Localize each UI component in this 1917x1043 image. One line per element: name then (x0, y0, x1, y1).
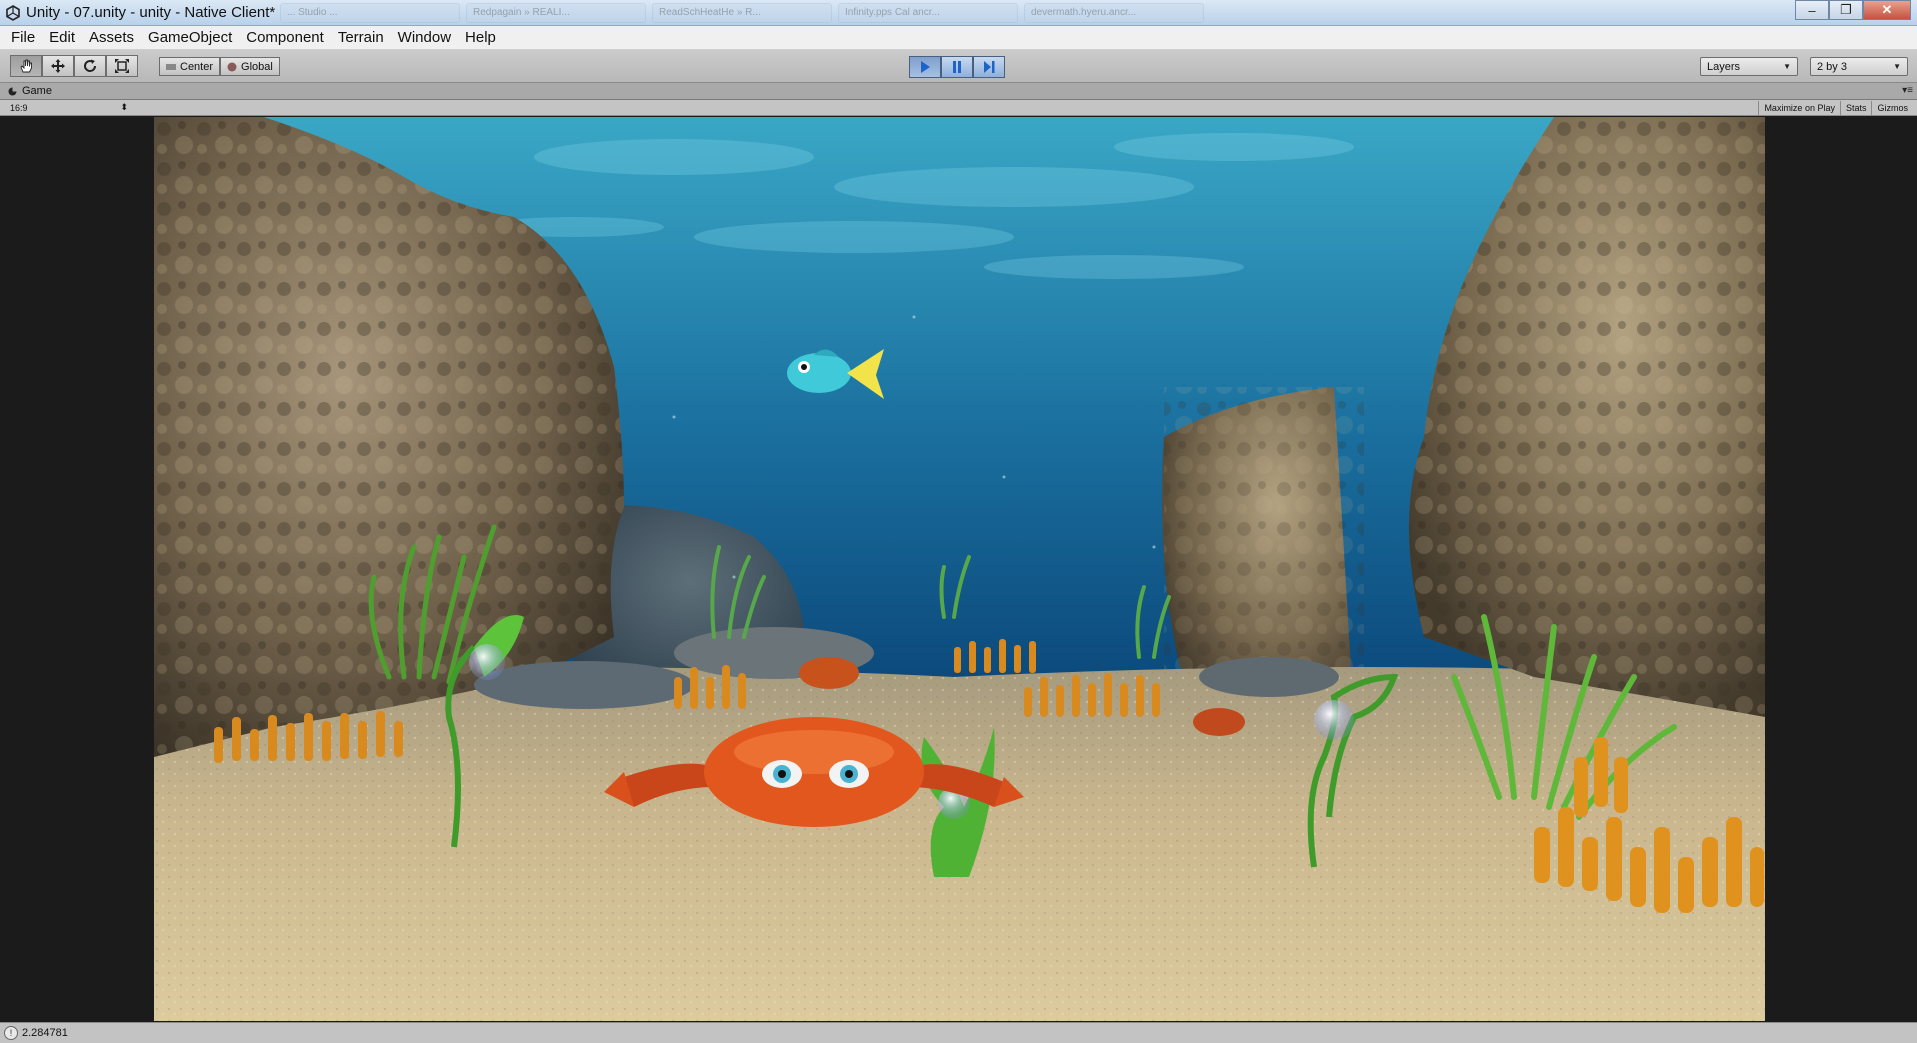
underwater-scene[interactable] (154, 117, 1765, 1021)
game-view-options: Maximize on Play Stats Gizmos (1758, 101, 1913, 115)
move-tool-button[interactable] (42, 55, 74, 77)
hand-tool-button[interactable] (10, 55, 42, 77)
floor-rock (474, 661, 694, 709)
game-tab-label: Game (22, 85, 52, 97)
pivot-center-label: Center (180, 60, 214, 73)
unity-logo-icon (4, 4, 22, 22)
scale-tool-button[interactable] (106, 55, 138, 77)
info-icon: ! (4, 1026, 18, 1040)
chevron-down-icon: ▼ (1893, 62, 1901, 71)
step-forward-icon (984, 61, 995, 73)
background-tab[interactable]: ... Studio ... (280, 3, 460, 23)
floor-rock (1199, 657, 1339, 697)
main-toolbar: Center Global Layers ▼ 2 by 3 ▼ (0, 50, 1917, 83)
maximize-on-play-toggle[interactable]: Maximize on Play (1758, 101, 1840, 115)
tab-menu-icon[interactable]: ▾≡ (1902, 85, 1913, 96)
aspect-ratio-label: 16:9 (10, 102, 28, 113)
red-coral (799, 657, 859, 689)
background-tab[interactable]: ReadSchHeatHe » R... (652, 3, 832, 23)
menu-edit[interactable]: Edit (42, 29, 82, 46)
background-tab[interactable]: Infinity.pps Cal ancr... (838, 3, 1018, 23)
menu-window[interactable]: Window (391, 29, 458, 46)
menu-help[interactable]: Help (458, 29, 503, 46)
layout-dropdown[interactable]: 2 by 3 ▼ (1810, 57, 1908, 76)
pivot-center-toggle[interactable]: Center (159, 57, 221, 76)
menu-component[interactable]: Component (239, 29, 331, 46)
pivot-global-toggle[interactable]: Global (220, 57, 280, 76)
chevron-down-icon: ▼ (1783, 62, 1791, 71)
pivot-global-label: Global (241, 60, 273, 73)
menu-bar: File Edit Assets GameObject Component Te… (0, 26, 1917, 50)
pivot-center-icon (166, 63, 176, 70)
unity-editor-window: Unity - 07.unity - unity - Native Client… (0, 0, 1917, 1043)
transform-tools (10, 55, 138, 77)
rotate-icon (84, 59, 97, 72)
pivot-controls: Center Global (159, 57, 280, 76)
layout-dropdown-label: 2 by 3 (1817, 60, 1847, 73)
menu-gameobject[interactable]: GameObject (141, 29, 239, 46)
game-view-toolbar: 16:9 ⬍ Maximize on Play Stats Gizmos (0, 100, 1917, 116)
gizmos-dropdown[interactable]: Gizmos (1871, 101, 1913, 115)
globe-icon (227, 62, 237, 71)
menu-file[interactable]: File (4, 29, 42, 46)
scale-icon (115, 59, 129, 73)
background-tab[interactable]: Redpagain » REALI... (466, 3, 646, 23)
pause-button[interactable] (941, 56, 973, 78)
playback-controls (909, 56, 1005, 78)
window-title: Unity - 07.unity - unity - Native Client… (26, 4, 276, 21)
stats-toggle[interactable]: Stats (1839, 101, 1872, 115)
hand-icon (20, 59, 32, 73)
close-button[interactable]: ✕ (1863, 0, 1911, 20)
game-viewport[interactable] (0, 116, 1917, 1022)
layers-dropdown[interactable]: Layers ▼ (1700, 57, 1798, 76)
chevron-updown-icon: ⬍ (120, 102, 128, 112)
background-taskbar-tabs: ... Studio ... Redpagain » REALI... Read… (280, 3, 1204, 23)
title-bar: Unity - 07.unity - unity - Native Client… (0, 0, 1917, 26)
aspect-ratio-dropdown[interactable]: 16:9 ⬍ (6, 101, 132, 114)
background-tab[interactable]: devermath.hyeru.ancr... (1024, 3, 1204, 23)
pause-icon (953, 61, 961, 73)
step-button[interactable] (973, 56, 1005, 78)
status-bar: ! 2.284781 (0, 1022, 1917, 1043)
red-coral (1193, 708, 1245, 736)
menu-assets[interactable]: Assets (82, 29, 141, 46)
game-view-tab[interactable]: Game ▾≡ (0, 83, 1917, 100)
minimize-button[interactable]: – (1795, 0, 1829, 20)
restore-button[interactable]: ❐ (1829, 0, 1863, 20)
game-view-icon (8, 87, 17, 95)
rotate-tool-button[interactable] (74, 55, 106, 77)
move-icon (51, 59, 65, 73)
status-message[interactable]: 2.284781 (22, 1027, 68, 1039)
window-controls: – ❐ ✕ (1795, 0, 1911, 20)
play-icon (921, 61, 930, 73)
menu-terrain[interactable]: Terrain (331, 29, 391, 46)
layers-dropdown-label: Layers (1707, 60, 1741, 73)
play-button[interactable] (909, 56, 941, 78)
